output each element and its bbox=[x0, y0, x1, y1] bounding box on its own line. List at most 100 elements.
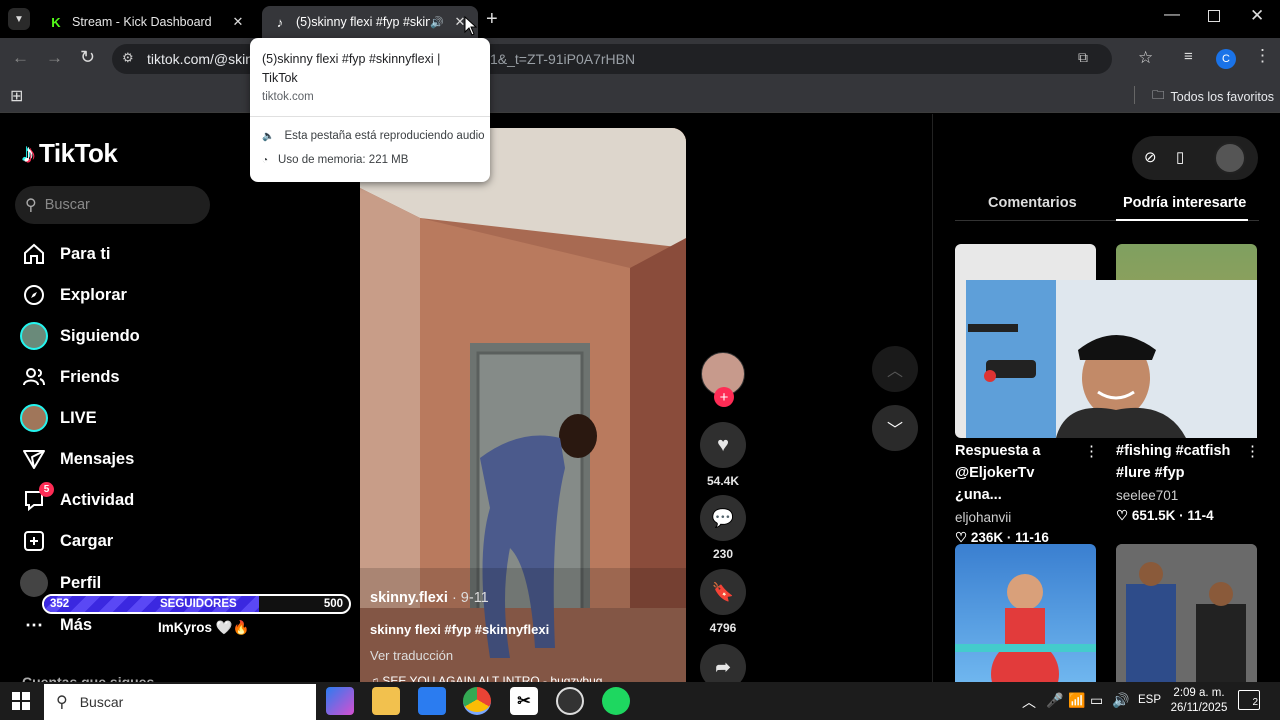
back-button[interactable]: ← bbox=[12, 48, 29, 68]
language-indicator[interactable]: ESP bbox=[1138, 694, 1161, 706]
folder-icon: 🗀 bbox=[1152, 88, 1165, 102]
suggested-thumbnail[interactable] bbox=[955, 544, 1096, 682]
suggested-thumbnail[interactable] bbox=[1116, 544, 1257, 682]
obs-icon[interactable] bbox=[556, 687, 584, 715]
heart-outline-icon: ♡ bbox=[1116, 508, 1132, 523]
card-menu-icon[interactable]: ⋮ bbox=[1084, 442, 1099, 460]
follow-plus-icon[interactable]: + bbox=[714, 387, 734, 407]
search-input[interactable]: ⚲ Buscar bbox=[15, 186, 210, 224]
user-avatar[interactable] bbox=[1214, 142, 1246, 174]
nav-actividad[interactable]: 5 Actividad bbox=[20, 482, 134, 514]
suggested-card-2[interactable]: #fishing #catfish #lure #fyp seelee701 ♡… bbox=[1116, 440, 1257, 526]
taskbar-search-input[interactable]: ⚲ Buscar bbox=[44, 684, 316, 720]
card-menu-icon[interactable]: ⋮ bbox=[1245, 442, 1260, 460]
minimize-button[interactable]: — bbox=[1164, 6, 1180, 24]
webcam-overlay bbox=[966, 280, 1257, 438]
suggested-author: seelee701 bbox=[1116, 488, 1179, 503]
follower-goal-label: SEGUIDORES bbox=[160, 598, 237, 610]
translate-link[interactable]: Ver traducción bbox=[370, 648, 453, 663]
capcut-icon[interactable]: ✂ bbox=[510, 687, 538, 715]
device-icon[interactable]: ▯ bbox=[1176, 148, 1184, 166]
nav-perfil[interactable]: Perfil bbox=[20, 569, 101, 597]
stats-separator: · bbox=[1175, 508, 1188, 523]
file-explorer-icon[interactable] bbox=[372, 687, 400, 715]
apps-grid-icon[interactable]: ⊞ bbox=[10, 86, 23, 106]
new-tab-button[interactable]: + bbox=[486, 8, 498, 31]
windows-start-icon[interactable] bbox=[12, 692, 30, 710]
forward-button[interactable]: → bbox=[46, 48, 63, 68]
menu-kebab-icon[interactable]: ⋮ bbox=[1254, 46, 1271, 66]
video-author-line: skinny.flexi · 9-11 bbox=[370, 590, 489, 606]
heart-outline-icon: ♡ bbox=[955, 530, 971, 545]
inbox-icon: 5 bbox=[20, 482, 54, 514]
chevron-down-icon: ▼ bbox=[14, 13, 24, 25]
previous-video-button[interactable]: ︿ bbox=[872, 346, 918, 392]
chrome-icon[interactable] bbox=[463, 687, 491, 715]
url-tail-text: 1&_t=ZT-91iP0A7rHBN bbox=[490, 51, 636, 67]
search-icon: ⚲ bbox=[25, 197, 37, 214]
hovercard-title: (5)skinny flexi #fyp #skinnyflexi | TikT… bbox=[262, 52, 441, 85]
browser-tab-strip: ▼ K Stream - Kick Dashboard ✕ ♪ (5)skinn… bbox=[0, 0, 1280, 38]
profile-avatar[interactable]: C bbox=[1216, 49, 1236, 69]
nav-live[interactable]: LIVE bbox=[20, 404, 97, 432]
taskbar-date: 26/11/2025 bbox=[1170, 702, 1228, 714]
right-panel-toolbar: ⊘ ▯ bbox=[1132, 136, 1258, 180]
suggested-card-1[interactable]: Respuesta a @EljokerTv ¿una... eljohanvi… bbox=[955, 440, 1096, 548]
like-action[interactable]: ♥ 54.4K bbox=[700, 422, 746, 488]
nav-friends[interactable]: Friends bbox=[20, 363, 120, 391]
windows-taskbar: ⚲ Buscar ✂ ︿ 🎤 📶 ▭ 🔊 ESP 2:09 a. m. 26/1… bbox=[0, 682, 1280, 720]
send-icon bbox=[20, 445, 48, 473]
url-text: tiktok.com/@skin bbox=[147, 51, 254, 67]
battery-icon[interactable]: ▭ bbox=[1090, 692, 1103, 709]
volume-icon[interactable]: 🔊 bbox=[1112, 692, 1129, 709]
close-tab-icon[interactable]: ✕ bbox=[230, 14, 246, 30]
tab-tiktok[interactable]: ♪ (5)skinny flexi #fyp #skinnyf 🔊 ✕ bbox=[262, 6, 478, 38]
bookmark-star-icon[interactable]: ☆ bbox=[1138, 48, 1153, 68]
autoscroll-icon[interactable]: ⊘ bbox=[1144, 148, 1157, 166]
video-player[interactable]: skinny.flexi · 9-11 skinny flexi #fyp #s… bbox=[360, 128, 686, 682]
next-video-button[interactable]: ﹀ bbox=[872, 405, 918, 451]
nav-mensajes[interactable]: Mensajes bbox=[20, 445, 134, 473]
copilot-icon[interactable] bbox=[326, 687, 354, 715]
all-bookmarks-folder[interactable]: 🗀 Todos los favoritos bbox=[1152, 86, 1274, 107]
bookmark-icon[interactable]: 🔖 bbox=[700, 569, 746, 615]
thumbnail-illustration bbox=[1116, 544, 1257, 682]
video-caption: skinny flexi #fyp #skinnyflexi bbox=[370, 622, 550, 637]
video-date-separator: · bbox=[451, 590, 461, 606]
suggested-title: #fishing #catfish #lure #fyp bbox=[1116, 443, 1231, 481]
speaker-icon[interactable]: 🔊 bbox=[430, 16, 444, 29]
video-author[interactable]: skinny.flexi bbox=[370, 590, 448, 606]
tab-search-button[interactable]: ▼ bbox=[8, 8, 30, 30]
site-info-icon[interactable]: ⚙ bbox=[122, 50, 134, 66]
media-controls-icon[interactable]: ≡ bbox=[1184, 48, 1193, 65]
notifications-icon[interactable]: 2 bbox=[1238, 690, 1260, 710]
tab-comentarios[interactable]: Comentarios bbox=[988, 195, 1077, 211]
music-line[interactable]: ♫ SEE YOU AGAIN ALT INTRO - bugzybug bbox=[370, 674, 602, 682]
spotify-icon[interactable] bbox=[602, 687, 630, 715]
heart-icon[interactable]: ♥ bbox=[700, 422, 746, 468]
tab-kick-dashboard[interactable]: K Stream - Kick Dashboard ✕ bbox=[38, 6, 256, 38]
nav-cargar[interactable]: Cargar bbox=[20, 527, 113, 555]
taskbar-clock[interactable]: 2:09 a. m. 26/11/2025 bbox=[1170, 686, 1228, 716]
comment-action[interactable]: 💬 230 bbox=[700, 495, 746, 561]
close-window-button[interactable]: ✕ bbox=[1250, 6, 1264, 26]
microphone-icon[interactable]: 🎤 bbox=[1046, 692, 1063, 709]
nav-mas[interactable]: ⋯ Más bbox=[20, 611, 92, 639]
tray-chevron-icon[interactable]: ︿ bbox=[1022, 692, 1036, 712]
nav-siguiendo[interactable]: Siguiendo bbox=[20, 322, 140, 350]
install-app-icon[interactable]: ⧉ bbox=[1078, 49, 1088, 66]
wifi-icon[interactable]: 📶 bbox=[1068, 692, 1085, 709]
maximize-button[interactable] bbox=[1208, 10, 1220, 22]
reload-button[interactable]: ↻ bbox=[80, 47, 95, 68]
thumbnail-illustration bbox=[955, 574, 1096, 682]
comment-icon[interactable]: 💬 bbox=[700, 495, 746, 541]
store-icon[interactable] bbox=[418, 687, 446, 715]
webcam-illustration bbox=[966, 280, 1257, 438]
tab-podria-interesarte[interactable]: Podría interesarte bbox=[1123, 195, 1246, 211]
save-action[interactable]: 🔖 4796 bbox=[700, 569, 746, 635]
nav-explorar[interactable]: Explorar bbox=[20, 281, 127, 309]
creator-avatar[interactable]: + bbox=[701, 352, 745, 407]
suggested-stats: ♡ 651.5K · 11-4 bbox=[1116, 508, 1214, 523]
nav-para-ti[interactable]: Para ti bbox=[20, 240, 110, 268]
tiktok-logo[interactable]: ♪ TikTok bbox=[22, 138, 118, 169]
